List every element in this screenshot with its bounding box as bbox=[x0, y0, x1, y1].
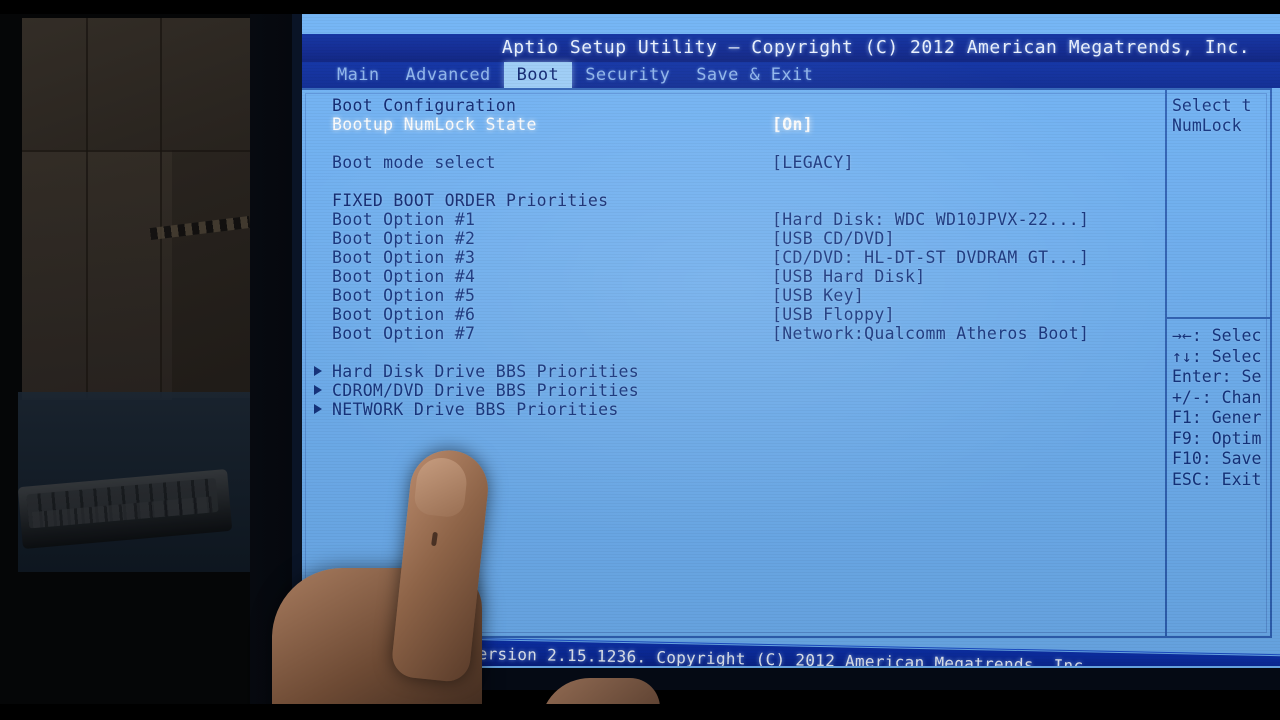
setting-label-numlock: Bootup NumLock State bbox=[332, 115, 537, 134]
boot-option-label-3: Boot Option #3 bbox=[332, 248, 476, 267]
boot-option-label-6: Boot Option #6 bbox=[332, 305, 476, 324]
section-title: Boot Configuration bbox=[332, 96, 517, 115]
key-legend-plus-minus: +/-: Chan bbox=[1172, 387, 1262, 407]
screen-edge-left bbox=[292, 14, 302, 690]
wall-panel bbox=[22, 150, 172, 400]
version-text: Version 2.15.1236. Copyright (C) 2012 Am… bbox=[467, 643, 1094, 666]
boot-option-value-2[interactable]: [USB CD/DVD] bbox=[772, 229, 895, 248]
tab-boot[interactable]: Boot bbox=[503, 62, 573, 88]
help-line-1: Select t bbox=[1172, 96, 1252, 115]
tab-advanced[interactable]: Advanced bbox=[393, 62, 504, 88]
version-bar-area: Version 2.15.1236. Copyright (C) 2012 Am… bbox=[292, 630, 1280, 666]
key-legend-f9: F9: Optim bbox=[1172, 428, 1262, 448]
tab-main[interactable]: Main bbox=[324, 62, 393, 88]
window-title: Aptio Setup Utility – Copyright (C) 2012… bbox=[501, 37, 1251, 58]
section-title-row: Boot Configuration bbox=[310, 96, 1160, 115]
boot-order-title-row: FIXED BOOT ORDER Priorities bbox=[310, 191, 1160, 210]
submenu-row-network[interactable]: NETWORK Drive BBS Priorities bbox=[310, 400, 1160, 419]
boot-option-row-7[interactable]: Boot Option #7 [Network:Qualcomm Atheros… bbox=[310, 324, 1160, 343]
submenu-row-hard-disk[interactable]: Hard Disk Drive BBS Priorities bbox=[310, 362, 1160, 381]
bios-screen: Aptio Setup Utility – Copyright (C) 2012… bbox=[292, 14, 1280, 690]
title-bar: Aptio Setup Utility – Copyright (C) 2012… bbox=[292, 34, 1280, 62]
submenu-row-cdrom[interactable]: CDROM/DVD Drive BBS Priorities bbox=[310, 381, 1160, 400]
boot-option-row-2[interactable]: Boot Option #2 [USB CD/DVD] bbox=[310, 229, 1160, 248]
chevron-right-icon bbox=[314, 366, 322, 376]
letterbox-bottom bbox=[0, 704, 1280, 720]
boot-settings-pane: Boot Configuration Bootup NumLock State … bbox=[310, 96, 1160, 632]
help-pane: Select t NumLock bbox=[1172, 96, 1280, 136]
wall-seam bbox=[86, 18, 88, 398]
tab-security[interactable]: Security bbox=[572, 62, 683, 88]
setting-value-numlock[interactable]: [On] bbox=[772, 115, 813, 134]
key-legend-esc: ESC: Exit bbox=[1172, 469, 1262, 489]
boot-option-row-3[interactable]: Boot Option #3 [CD/DVD: HL-DT-ST DVDRAM … bbox=[310, 248, 1160, 267]
boot-option-label-7: Boot Option #7 bbox=[332, 324, 476, 343]
monitor: Aptio Setup Utility – Copyright (C) 2012… bbox=[292, 14, 1280, 690]
boot-option-value-5[interactable]: [USB Key] bbox=[772, 286, 864, 305]
photo-of-bios-screen: Aptio Setup Utility – Copyright (C) 2012… bbox=[0, 0, 1280, 720]
setting-row-numlock[interactable]: Bootup NumLock State [On] bbox=[310, 115, 1160, 134]
boot-option-value-6[interactable]: [USB Floppy] bbox=[772, 305, 895, 324]
boot-option-value-3[interactable]: [CD/DVD: HL-DT-ST DVDRAM GT...] bbox=[772, 248, 1089, 267]
boot-option-row-5[interactable]: Boot Option #5 [USB Key] bbox=[310, 286, 1160, 305]
boot-option-value-1[interactable]: [Hard Disk: WDC WD10JPVX-22...] bbox=[772, 210, 1089, 229]
boot-option-row-6[interactable]: Boot Option #6 [USB Floppy] bbox=[310, 305, 1160, 324]
boot-option-value-7[interactable]: [Network:Qualcomm Atheros Boot] bbox=[772, 324, 1089, 343]
boot-option-row-1[interactable]: Boot Option #1 [Hard Disk: WDC WD10JPVX-… bbox=[310, 210, 1160, 229]
key-legend-f10: F10: Save bbox=[1172, 449, 1262, 468]
boot-option-row-4[interactable]: Boot Option #4 [USB Hard Disk] bbox=[310, 267, 1160, 286]
setting-row-boot-mode[interactable]: Boot mode select [LEGACY] bbox=[310, 153, 1160, 172]
setting-label-boot-mode: Boot mode select bbox=[332, 153, 496, 172]
boot-option-label-1: Boot Option #1 bbox=[332, 210, 476, 229]
panel-divider-horizontal bbox=[1167, 317, 1272, 319]
key-legend-pane: →←: Selec ↑↓: Selec Enter: Se +/-: Chan … bbox=[1172, 326, 1280, 490]
boot-option-value-4[interactable]: [USB Hard Disk] bbox=[772, 267, 926, 286]
key-legend-select-item: ↑↓: Selec bbox=[1172, 346, 1262, 366]
panel-divider-vertical bbox=[1165, 90, 1167, 636]
chevron-right-icon bbox=[314, 385, 322, 395]
help-line-2: NumLock bbox=[1172, 116, 1242, 135]
submenu-label-hard-disk: Hard Disk Drive BBS Priorities bbox=[332, 362, 640, 381]
tab-save-exit[interactable]: Save & Exit bbox=[683, 62, 826, 88]
key-legend-select-screen: →←: Selec bbox=[1172, 326, 1262, 345]
key-legend-enter: Enter: Se bbox=[1172, 367, 1262, 386]
boot-option-label-2: Boot Option #2 bbox=[332, 229, 476, 248]
boot-order-title: FIXED BOOT ORDER Priorities bbox=[332, 191, 609, 210]
menu-bar: Main Advanced Boot Security Save & Exit bbox=[292, 62, 1280, 88]
key-legend-f1: F1: Gener bbox=[1172, 408, 1262, 427]
wall-seam bbox=[160, 18, 162, 398]
screen-edge-bottom bbox=[292, 668, 1280, 690]
wall-seam bbox=[22, 150, 252, 152]
submenu-label-cdrom: CDROM/DVD Drive BBS Priorities bbox=[332, 381, 640, 400]
submenu-label-network: NETWORK Drive BBS Priorities bbox=[332, 400, 619, 419]
letterbox-top bbox=[0, 0, 1280, 14]
chevron-right-icon bbox=[314, 404, 322, 414]
setting-value-boot-mode[interactable]: [LEGACY] bbox=[772, 153, 854, 172]
boot-option-label-4: Boot Option #4 bbox=[332, 267, 476, 286]
room-background bbox=[0, 0, 320, 720]
boot-option-label-5: Boot Option #5 bbox=[332, 286, 476, 305]
